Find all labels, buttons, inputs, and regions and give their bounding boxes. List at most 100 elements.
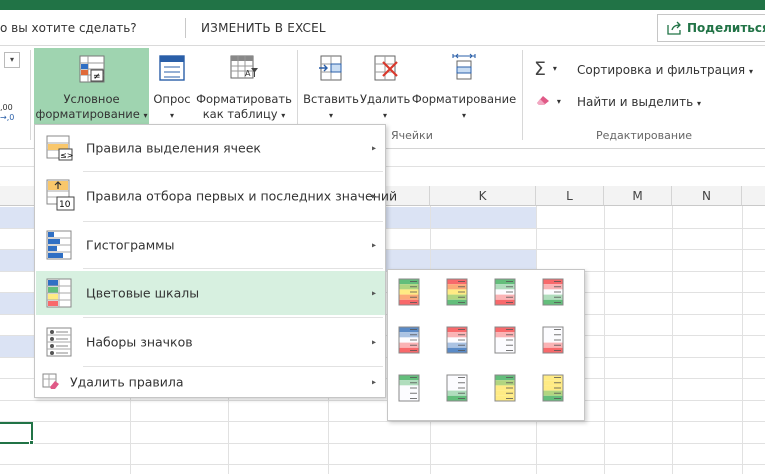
chevron-right-icon: ▸ [371,191,376,200]
column-header-n[interactable]: N [672,186,742,206]
chevron-right-icon: ▸ [371,337,376,347]
gridline [0,464,765,465]
format-label: Форматирование [411,92,517,106]
edit-in-excel-button[interactable]: ИЗМЕНИТЬ В EXCEL [201,21,326,35]
chevron-right-icon: ▸ [371,377,376,387]
chevron-right-icon: ▸ [371,288,376,298]
title-bar [0,0,765,10]
insert-label: Вставить [303,92,359,106]
insert-cells-icon [319,55,342,81]
menu-item-data-bars[interactable]: Гистограммы ▸ [36,224,385,266]
color-scale-option[interactable] [542,374,564,402]
color-scale-option[interactable] [494,278,516,306]
color-scale-icon [446,278,468,306]
divider [83,221,383,222]
divider [185,18,186,38]
color-scale-option[interactable] [446,326,468,354]
top-bottom-rules-icon: 10 [46,179,75,211]
column-header-k[interactable]: K [430,186,536,206]
format-button[interactable]: Форматирование ▾ [410,48,518,128]
menu-item-label: Цветовые шкалы [86,285,200,301]
conditional-formatting-icon: ≠ [79,55,104,83]
divider [522,50,523,140]
number-format-icon[interactable]: ,00 →,0 [0,102,16,124]
chevron-down-icon: ▾ [143,111,148,120]
chevron-right-icon: ▸ [371,240,376,250]
menu-item-color-scales[interactable]: Цветовые шкалы ▸ [36,271,385,315]
color-scale-icon [494,374,516,402]
menu-item-top-bottom-rules[interactable]: 10 Правила отбора первых и последних зна… [36,173,397,218]
color-scale-icon [398,278,420,306]
column-header-m[interactable]: M [604,186,672,206]
color-scale-option[interactable] [398,374,420,402]
menu-item-label: Правила выделения ячеек [86,140,261,156]
color-scale-option[interactable] [446,278,468,306]
chevron-down-icon: ▾ [748,67,753,76]
color-scales-submenu [387,269,585,421]
sort-filter-button[interactable]: Сортировка и фильтрация ▾ [577,63,753,77]
conditional-formatting-button[interactable]: ≠ Условное форматирование ▾ [34,48,149,128]
color-scale-option[interactable] [398,326,420,354]
color-scale-icon [494,278,516,306]
format-as-table-button[interactable]: A Форматировать как таблицу ▾ [195,48,293,128]
svg-text:A: A [245,69,251,78]
clear-button[interactable]: ▾ [535,94,561,109]
conditional-formatting-label: Условное [63,92,120,106]
survey-label: Опрос [153,92,191,106]
chevron-down-icon: ▾ [556,97,561,106]
tell-me-row: о вы хотите сделать? ИЗМЕНИТЬ В EXCEL По… [0,10,765,46]
find-select-button[interactable]: Найти и выделить ▾ [577,95,701,109]
color-scale-icon [398,326,420,354]
color-scale-icon [446,374,468,402]
delete-cells-icon [374,55,398,81]
chevron-down-icon: ▾ [169,111,174,120]
sort-filter-label: Сортировка и фильтрация [577,63,746,77]
gridline [604,206,605,474]
share-icon [667,21,681,35]
chevron-down-icon: ▾ [552,64,557,73]
column-header-l[interactable]: L [536,186,604,206]
share-button[interactable]: Поделиться [657,14,765,42]
top-bottom-badge: 10 [59,200,71,210]
color-scale-option[interactable] [494,326,516,354]
delete-button[interactable]: Удалить ▾ [360,48,410,128]
cf-label-text: форматирование [35,107,140,121]
icon-sets-icon [46,327,72,357]
conditional-formatting-label2: форматирование ▾ [34,107,149,123]
insert-button[interactable]: Вставить ▾ [302,48,360,128]
survey-button[interactable]: Опрос ▾ [151,48,193,128]
color-scale-option[interactable] [446,374,468,402]
chevron-right-icon: ▸ [371,143,376,153]
chevron-down-icon: ▾ [328,111,333,120]
gridline [742,206,743,474]
tell-me-input[interactable]: о вы хотите сделать? [0,21,137,35]
color-scale-option[interactable] [542,326,564,354]
autosum-button[interactable]: Σ ▾ [534,58,557,80]
menu-item-clear-rules[interactable]: Удалить правила ▸ [36,368,385,396]
menu-item-label: Удалить правила [70,374,184,390]
fill-handle[interactable] [29,440,34,445]
dropdown-arrow-icon[interactable]: ▾ [4,52,20,68]
gridline [0,443,765,444]
menu-item-highlight-rules[interactable]: ≤> Правила выделения ячеек ▸ [36,127,385,169]
format-as-table-label2: как таблицу ▾ [195,107,293,123]
menu-item-label: Правила отбора первых и последних значен… [86,188,398,203]
color-scale-option[interactable] [542,278,564,306]
editing-group-label: Редактирование [596,129,692,142]
menu-item-icon-sets[interactable]: Наборы значков ▸ [36,320,385,364]
chevron-down-icon: ▾ [696,99,701,108]
eraser-icon [537,96,549,105]
color-scale-icon [446,326,468,354]
svg-text:≠: ≠ [93,72,101,82]
gridline [672,206,673,474]
color-scale-icon [542,326,564,354]
color-scale-option[interactable] [494,374,516,402]
color-scale-icon [398,374,420,402]
chevron-down-icon: ▾ [461,111,466,120]
conditional-formatting-menu: ≤> Правила выделения ячеек ▸ 10 Правила … [34,124,397,398]
column-header-o [742,186,765,206]
color-scale-option[interactable] [398,278,420,306]
gridline [0,421,765,422]
chevron-down-icon: ▾ [382,111,387,120]
fat-label-text: как таблицу [202,107,278,121]
